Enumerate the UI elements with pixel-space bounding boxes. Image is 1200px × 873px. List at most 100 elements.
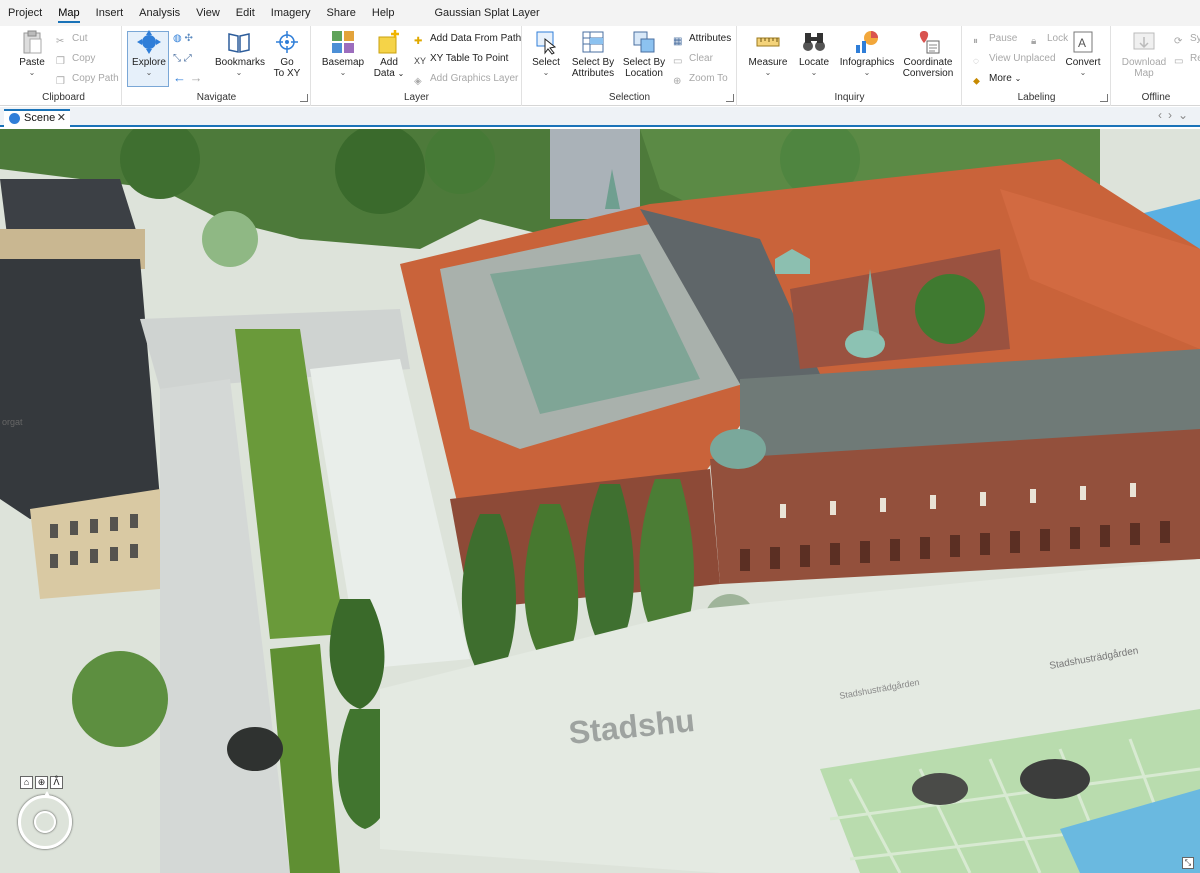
- crosshair-icon: [276, 31, 298, 53]
- xy-table-to-point-button[interactable]: XY XY Table To Point: [414, 50, 508, 67]
- add-data-from-path-label: Add Data From Path: [430, 33, 522, 44]
- remove-icon: ▭: [1174, 56, 1184, 67]
- labeling-more-button[interactable]: ⬥ More ⌄: [973, 70, 1021, 87]
- person-icon[interactable]: ᐰ: [50, 776, 63, 789]
- navigate-group: Explore ⌄ ◍ ✣ ⤡ ⤢ ← → Bookmarks ⌄ Go To …: [123, 26, 311, 106]
- tab-imagery[interactable]: Imagery: [263, 0, 319, 26]
- tab-help[interactable]: Help: [364, 0, 403, 26]
- view-unplaced-button[interactable]: ◌ View Unplaced: [973, 50, 1056, 67]
- add-data-from-path-button[interactable]: ✚ Add Data From Path: [414, 30, 521, 47]
- zoom-to-selection-button[interactable]: ⊕ Zoom To: [673, 70, 728, 87]
- add-data-label-1: Add: [380, 57, 398, 68]
- add-graphics-layer-button[interactable]: ◈ Add Graphics Layer: [414, 70, 518, 87]
- arrow-left-icon: ←: [173, 70, 186, 85]
- pause-labeling-button[interactable]: ⏸ Pause: [973, 30, 1017, 47]
- close-icon[interactable]: ✕: [57, 111, 66, 126]
- lock-icon: 🔒︎: [1031, 36, 1037, 47]
- tab-gaussian-splat-layer[interactable]: Gaussian Splat Layer: [427, 0, 548, 27]
- arrow-right-icon: →: [189, 70, 203, 85]
- explore-label: Explore: [132, 57, 166, 68]
- chevron-left-icon[interactable]: ‹: [1158, 108, 1168, 122]
- download-map-label-2: Map: [1134, 68, 1154, 79]
- clear-label: Clear: [689, 53, 713, 64]
- tab-insert[interactable]: Insert: [88, 0, 132, 26]
- copy-button[interactable]: ❐ Copy: [56, 50, 95, 67]
- scene-view[interactable]: Stadshu Stadshusträdgården Stadshusträdg…: [0, 129, 1200, 873]
- explore-button[interactable]: Explore ⌄: [127, 29, 171, 87]
- coordinate-conversion-label-1: Coordinate: [903, 57, 953, 68]
- more-label: More: [989, 73, 1012, 84]
- copy-label: Copy: [72, 53, 96, 64]
- coordinate-conversion-button[interactable]: Coordinate Conversion: [900, 29, 956, 79]
- select-label: Select: [532, 57, 560, 68]
- full-extent-button[interactable]: ◍ ✣: [173, 30, 193, 47]
- add-graphics-layer-label: Add Graphics Layer: [430, 73, 519, 84]
- tab-project[interactable]: Project: [0, 0, 50, 26]
- navigator-center[interactable]: [34, 811, 56, 833]
- tower-dome: [710, 429, 766, 469]
- tab-scroll-arrows[interactable]: ‹›⌄: [1158, 108, 1194, 122]
- explore-icon: [137, 30, 161, 54]
- navigator-control[interactable]: ⌂ ⊕ ᐰ: [18, 776, 72, 849]
- go-to-xy-label-1: Go: [280, 57, 294, 68]
- cut-button[interactable]: ✂ Cut: [56, 30, 88, 47]
- clear-selection-button[interactable]: ▭ Clear: [673, 50, 713, 67]
- scene-tab[interactable]: Scene ✕: [4, 109, 70, 127]
- attributes-table-icon: ▦: [673, 36, 683, 47]
- ribbon: Paste ⌄ ✂ Cut ❐ Copy ❐ Copy Path Clipboard …: [0, 26, 1200, 106]
- tab-map[interactable]: Map: [50, 0, 87, 26]
- paste-icon: [23, 30, 42, 54]
- select-by-attributes-button[interactable]: Select By Attributes: [569, 29, 617, 79]
- sync-label: Sy: [1190, 33, 1200, 44]
- navigator-mode-buttons: ⌂ ⊕ ᐰ: [20, 776, 72, 789]
- convert-button[interactable]: A Convert ⌄: [1063, 29, 1103, 77]
- measure-button[interactable]: Measure ⌄: [746, 29, 790, 77]
- add-data-icon: [378, 30, 399, 54]
- select-by-attributes-label-1: Select By: [571, 57, 615, 68]
- chevron-down-icon: ⌄: [1079, 68, 1087, 77]
- tab-share[interactable]: Share: [319, 0, 364, 26]
- chevron-down-icon[interactable]: ⌄: [1178, 108, 1194, 122]
- shadow-patch: [1020, 759, 1090, 799]
- copy-path-button[interactable]: ❐ Copy Path: [56, 70, 119, 87]
- offline-group-label: Offline: [1141, 92, 1171, 103]
- previous-next-extent[interactable]: ← →: [173, 69, 203, 86]
- select-button[interactable]: Select ⌄: [529, 29, 563, 77]
- add-data-label-2: Data: [373, 68, 395, 79]
- infographics-button[interactable]: Infographics ⌄: [836, 29, 898, 77]
- copy-icon: ❐: [56, 56, 65, 67]
- download-map-button[interactable]: Download Map: [1120, 29, 1168, 79]
- select-by-location-button[interactable]: Select By Location: [621, 29, 667, 79]
- locate-button[interactable]: Locate ⌄: [796, 29, 832, 77]
- inquiry-group-label: Inquiry: [834, 92, 865, 103]
- basemap-label: Basemap: [321, 57, 365, 68]
- tab-analysis[interactable]: Analysis: [131, 0, 188, 26]
- scene-canvas[interactable]: Stadshu Stadshusträdgården Stadshusträdg…: [0, 129, 1200, 873]
- basemap-button[interactable]: Basemap ⌄: [320, 29, 366, 77]
- select-by-attributes-label-2: Attributes: [571, 68, 615, 79]
- sync-button[interactable]: ⟳ Sy: [1174, 30, 1200, 47]
- tab-edit[interactable]: Edit: [228, 0, 263, 26]
- remove-button[interactable]: ▭ Re: [1174, 50, 1200, 67]
- copy-path-label: Copy Path: [72, 73, 119, 84]
- navigator-ring[interactable]: [18, 791, 72, 849]
- umbrella: [227, 727, 283, 771]
- zoom-buttons[interactable]: ⤡ ⤢: [173, 50, 192, 67]
- svg-text:A: A: [1078, 36, 1086, 50]
- attributes-button[interactable]: ▦ Attributes: [673, 30, 731, 47]
- chevron-down-icon: ⌄: [28, 68, 36, 77]
- add-data-button[interactable]: Add Data ⌄: [372, 29, 406, 79]
- chevron-right-icon[interactable]: ›: [1168, 108, 1178, 122]
- measure-label: Measure: [748, 57, 788, 68]
- layer-group: Basemap ⌄ Add Data ⌄ ✚ Add Data From Path…: [312, 26, 522, 106]
- bookmarks-button[interactable]: Bookmarks ⌄: [215, 29, 265, 77]
- compass-mode-icon[interactable]: ⊕: [35, 776, 48, 789]
- inquiry-group: Measure ⌄ Locate ⌄ Infographics ⌄ Coordi…: [738, 26, 962, 106]
- go-to-xy-button[interactable]: Go To XY: [269, 29, 305, 79]
- paste-button[interactable]: Paste ⌄: [12, 29, 52, 77]
- convert-label: Convert: [1065, 57, 1101, 68]
- tab-view[interactable]: View: [188, 0, 228, 26]
- home-icon[interactable]: ⌂: [20, 776, 33, 789]
- expand-icon[interactable]: ⤡: [1182, 857, 1194, 869]
- labeling-group: ⏸ Pause 🔒︎ Lock ◌ View Unplaced ⬥ More ⌄ A C…: [963, 26, 1111, 106]
